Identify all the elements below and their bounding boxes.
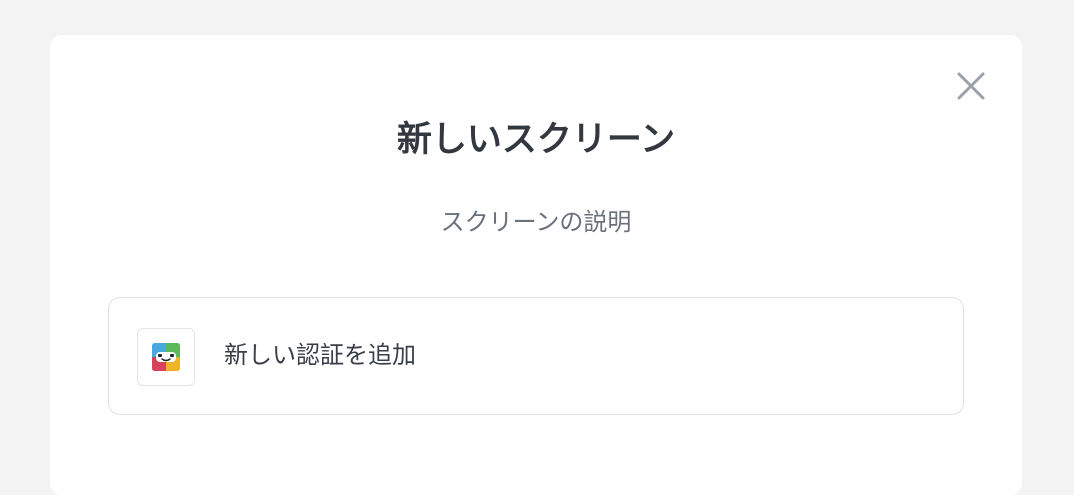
dialog-subtitle: スクリーンの説明	[440, 208, 632, 236]
close-icon[interactable]	[954, 69, 988, 103]
authenticator-app-icon	[152, 343, 180, 371]
add-authentication-option[interactable]: 新しい認証を追加	[108, 297, 964, 415]
new-screen-dialog: 新しいスクリーン スクリーンの説明 新しい認証を追加	[50, 35, 1022, 495]
app-icon-container	[137, 328, 195, 386]
dialog-title: 新しいスクリーン	[396, 120, 676, 160]
close-button[interactable]	[954, 69, 988, 103]
add-authentication-label: 新しい認証を追加	[224, 341, 416, 369]
